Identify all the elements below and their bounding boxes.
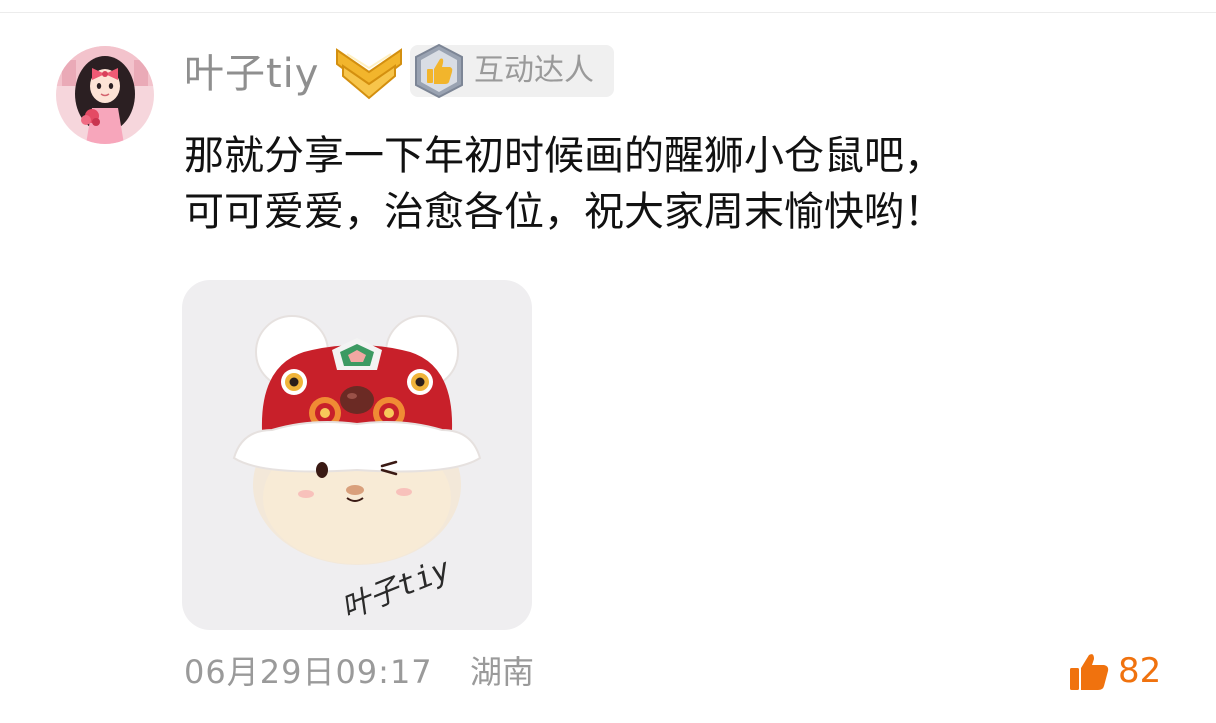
comment-text-line: 可可爱爱，治愈各位，祝大家周末愉快哟！	[184, 189, 944, 235]
like-button[interactable]: 82	[1068, 646, 1168, 696]
interaction-badge[interactable]: 互动达人	[410, 43, 614, 99]
avatar[interactable]	[56, 46, 154, 144]
gold-chevron-badge-icon[interactable]	[333, 44, 405, 102]
lion-dance-hamster-illustration: 叶子tiy	[232, 315, 482, 627]
post-image[interactable]: 叶子tiy	[182, 280, 532, 630]
username[interactable]: 叶子tiy	[184, 50, 319, 98]
comment-date: 06月29日09:17	[184, 653, 433, 691]
avatar-image	[56, 46, 154, 144]
comment-location: 湖南	[470, 653, 535, 691]
interaction-badge-label: 互动达人	[474, 53, 594, 88]
comment-text-line: 那就分享一下年初时候画的醒狮小仓鼠吧，	[184, 133, 944, 179]
like-count: 82	[1118, 651, 1162, 691]
top-divider	[0, 12, 1216, 13]
thumbs-up-badge-icon	[410, 43, 468, 99]
thumbs-up-icon	[1068, 650, 1110, 692]
comment-text: 那就分享一下年初时候画的醒狮小仓鼠吧， 可可爱爱，治愈各位，祝大家周末愉快哟！	[184, 128, 1184, 240]
